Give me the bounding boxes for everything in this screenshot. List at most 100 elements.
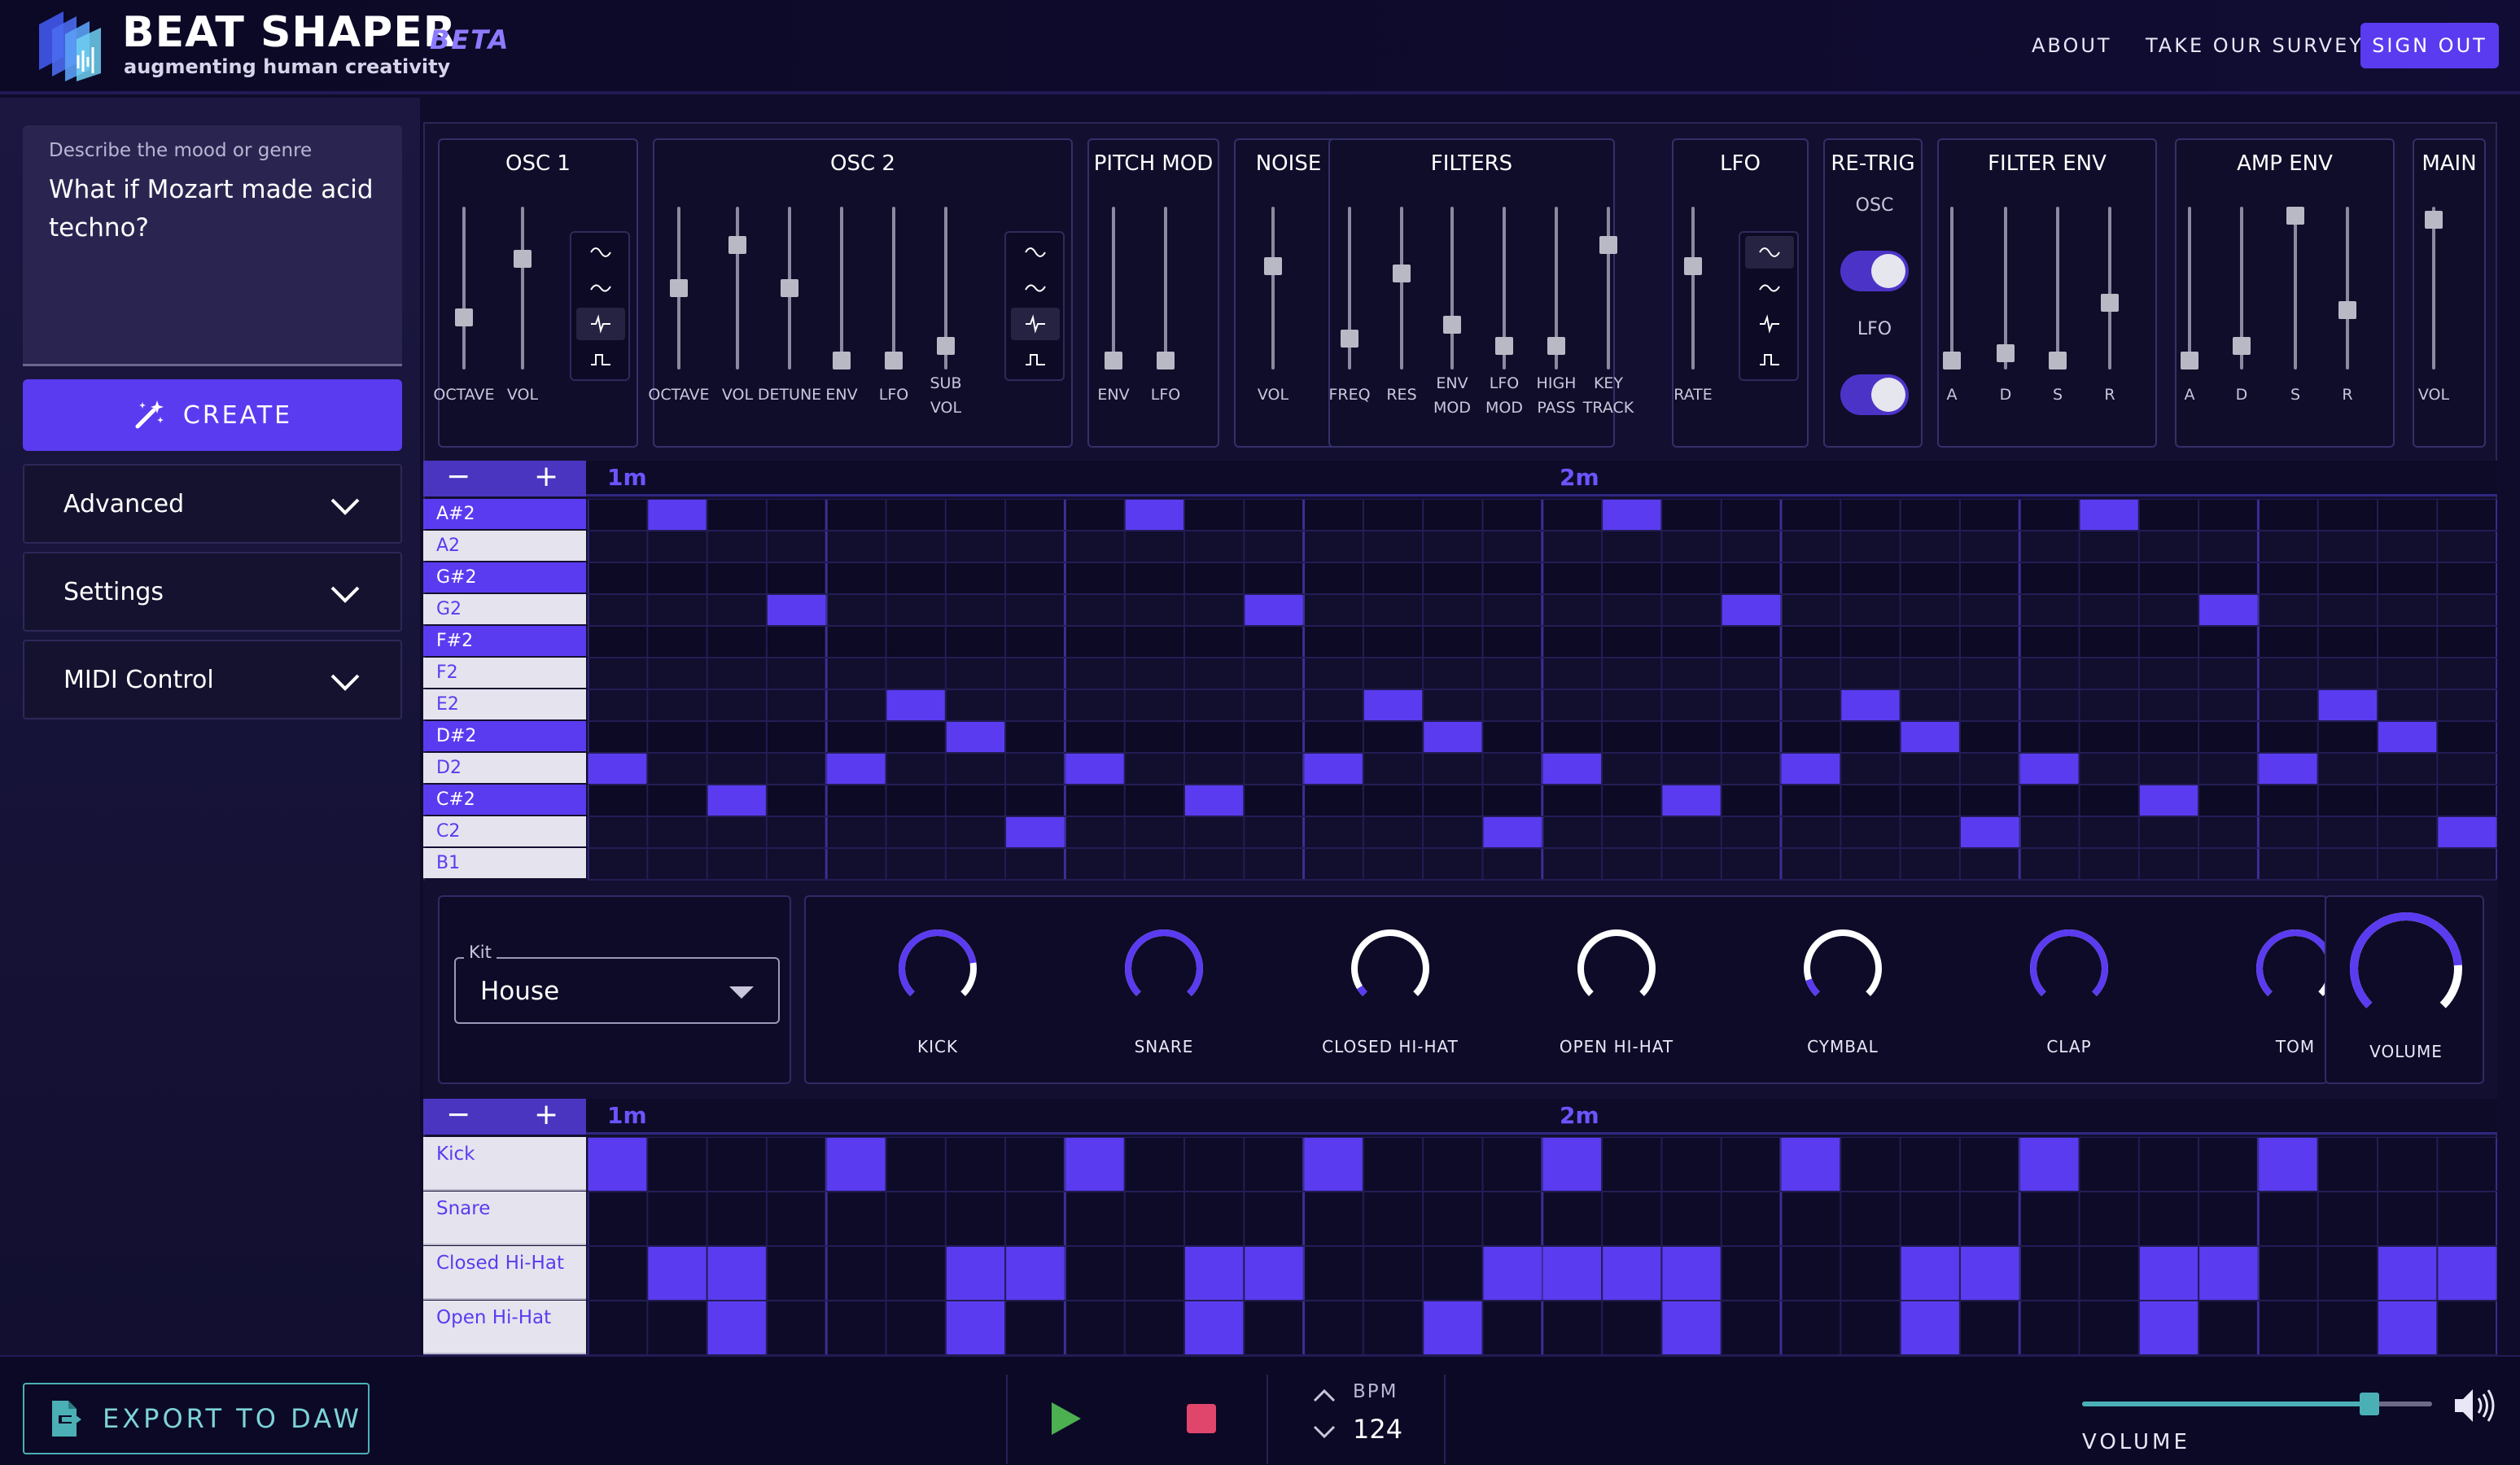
slider-octave[interactable]	[448, 207, 480, 370]
note-block[interactable]	[767, 595, 826, 625]
slider-thumb[interactable]	[885, 352, 903, 370]
slider-s[interactable]	[2041, 207, 2074, 370]
nav-survey-link[interactable]: TAKE OUR SURVEY	[2146, 34, 2364, 57]
slider-thumb[interactable]	[1105, 352, 1122, 370]
slider-thumb[interactable]	[1599, 235, 1617, 254]
note-block[interactable]	[1245, 595, 1303, 625]
drum-step[interactable]	[707, 1247, 766, 1300]
drum-step[interactable]	[2139, 1247, 2198, 1300]
drum-step[interactable]	[2020, 1138, 2079, 1191]
slider-detune[interactable]	[773, 207, 806, 370]
piano-key[interactable]: C#2	[423, 785, 586, 815]
slider-sub-vol[interactable]	[930, 207, 962, 370]
slider-vol[interactable]	[506, 207, 539, 370]
drum-step[interactable]	[946, 1301, 1005, 1354]
bpm-increase-icon[interactable]	[1312, 1388, 1337, 1404]
drum-step[interactable]	[1185, 1301, 1244, 1354]
drum-step[interactable]	[1245, 1247, 1303, 1300]
retrig-lfo-toggle[interactable]	[1840, 374, 1909, 415]
note-block[interactable]	[2378, 722, 2437, 752]
slider-thumb[interactable]	[455, 308, 473, 326]
slider-vol[interactable]	[1257, 207, 1289, 370]
drum-row-label[interactable]: Snare	[423, 1192, 586, 1245]
piano-key[interactable]: D2	[423, 753, 586, 783]
drum-step[interactable]	[1542, 1247, 1602, 1300]
triangle-wave-button[interactable]	[1745, 272, 1794, 304]
slider-thumb[interactable]	[2049, 352, 2067, 370]
knob-dial[interactable]	[1761, 926, 1924, 1016]
note-block[interactable]	[1841, 690, 1900, 720]
slider-high-pass[interactable]	[1540, 207, 1573, 370]
volume-thumb[interactable]	[2359, 1393, 2379, 1415]
drum-step[interactable]	[1424, 1301, 1482, 1354]
slider-env[interactable]	[1097, 207, 1130, 370]
note-block[interactable]	[1901, 722, 1959, 752]
knob-clap[interactable]: CLAP	[1988, 926, 2150, 1056]
drum-step[interactable]	[588, 1138, 647, 1191]
accordion-advanced[interactable]: Advanced	[23, 464, 402, 544]
slider-lfo-mod[interactable]	[1488, 207, 1520, 370]
stop-icon[interactable]	[1187, 1404, 1216, 1433]
slider-res[interactable]	[1385, 207, 1418, 370]
slider-a[interactable]	[2173, 207, 2206, 370]
piano-key[interactable]: F#2	[423, 626, 586, 656]
note-block[interactable]	[1363, 690, 1423, 720]
export-to-daw-button[interactable]: EXPORT TO DAW	[23, 1383, 370, 1454]
piano-key[interactable]: D#2	[423, 721, 586, 751]
drum-step[interactable]	[2259, 1138, 2317, 1191]
knob-dial[interactable]	[856, 926, 1019, 1016]
drum-step[interactable]	[1185, 1247, 1244, 1300]
drum-grid[interactable]	[588, 1137, 2497, 1355]
slider-key-track[interactable]	[1592, 207, 1625, 370]
slider-thumb[interactable]	[1341, 330, 1358, 348]
drum-row-label[interactable]: Open Hi-Hat	[423, 1301, 586, 1354]
drum-step[interactable]	[2199, 1247, 2258, 1300]
prompt-value[interactable]: What if Mozart made acid techno?	[49, 171, 391, 247]
slider-r[interactable]	[2093, 207, 2126, 370]
slider-d[interactable]	[2225, 207, 2258, 370]
slider-lfo[interactable]	[877, 207, 910, 370]
zoom-in-button[interactable]: +	[534, 1099, 558, 1131]
slider-thumb[interactable]	[1393, 265, 1411, 283]
drum-step[interactable]	[946, 1247, 1005, 1300]
drum-step[interactable]	[1662, 1301, 1721, 1354]
knob-snare[interactable]: SNARE	[1083, 926, 1245, 1056]
note-block[interactable]	[2020, 754, 2079, 784]
zoom-in-button[interactable]: +	[534, 461, 558, 493]
drum-step[interactable]	[1901, 1247, 1959, 1300]
note-block[interactable]	[707, 785, 766, 816]
sine-wave-button[interactable]	[576, 236, 625, 269]
drum-step[interactable]	[1960, 1247, 2019, 1300]
piano-key[interactable]: G#2	[423, 562, 586, 593]
note-block[interactable]	[1603, 500, 1661, 530]
play-icon[interactable]	[1050, 1401, 1083, 1437]
slider-thumb[interactable]	[1443, 315, 1461, 334]
square-wave-button[interactable]	[1745, 343, 1794, 376]
slider-thumb[interactable]	[1264, 257, 1282, 276]
retrig-osc-toggle[interactable]	[1840, 251, 1909, 291]
nav-about-link[interactable]: ABOUT	[2032, 34, 2112, 57]
drum-step[interactable]	[1065, 1138, 1124, 1191]
create-button[interactable]: CREATE	[23, 379, 402, 451]
slider-r[interactable]	[2331, 207, 2364, 370]
master-volume-slider[interactable]	[2082, 1393, 2432, 1415]
drum-step[interactable]	[2139, 1301, 2198, 1354]
piano-key[interactable]: F2	[423, 658, 586, 688]
sawtooth-wave-button[interactable]	[1011, 308, 1060, 340]
slider-rate[interactable]	[1677, 207, 1709, 370]
note-block[interactable]	[1125, 500, 1183, 530]
note-block[interactable]	[1065, 754, 1124, 784]
knob-kick[interactable]: KICK	[856, 926, 1019, 1056]
speaker-icon[interactable]	[2452, 1386, 2497, 1425]
note-block[interactable]	[2080, 500, 2138, 530]
note-block[interactable]	[2318, 690, 2377, 720]
slider-a[interactable]	[1936, 207, 1968, 370]
note-block[interactable]	[946, 722, 1005, 752]
drum-row-label[interactable]: Kick	[423, 1137, 586, 1191]
note-block[interactable]	[827, 754, 886, 784]
knob-open-hi-hat[interactable]: OPEN HI-HAT	[1535, 926, 1698, 1056]
piano-key[interactable]: E2	[423, 689, 586, 719]
piano-key[interactable]: A#2	[423, 499, 586, 529]
note-block[interactable]	[1662, 785, 1721, 816]
sawtooth-wave-button[interactable]	[1745, 308, 1794, 340]
